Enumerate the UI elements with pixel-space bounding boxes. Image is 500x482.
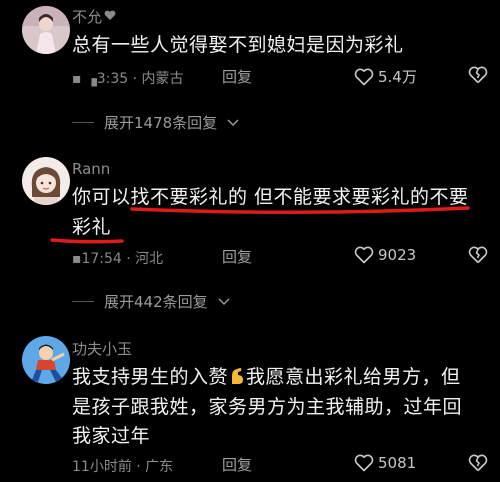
username[interactable]: 不允 [72, 6, 102, 27]
broken-heart-icon[interactable] [468, 454, 488, 472]
broken-heart-icon[interactable] [468, 66, 488, 84]
like-count: 5081 [378, 454, 417, 472]
expand-replies-button[interactable]: 展开442条回复 [72, 291, 230, 312]
like-count: 5.4万 [378, 68, 417, 86]
reply-button[interactable]: 回复 [222, 246, 252, 267]
like-button[interactable]: 9023 [354, 246, 416, 264]
expand-replies-label: 展开442条回复 [104, 293, 208, 311]
reply-button[interactable]: 回复 [222, 66, 252, 87]
username[interactable]: Rann [72, 160, 110, 178]
chevron-down-icon [227, 118, 239, 127]
comment-meta: ▪ ▗3:35 · 内蒙古 回复 5.4万 [72, 66, 492, 88]
comment-text-line-2: 彩礼 [72, 216, 112, 238]
expand-replies-label: 展开1478条回复 [104, 114, 218, 132]
timestamp-location: 11小时前 · 广东 [72, 459, 174, 475]
divider [72, 122, 94, 123]
expand-replies-button[interactable]: 展开1478条回复 [72, 112, 239, 133]
comment-text-line-2: 是孩子跟我姓，家务男方为主我辅助，过年回 [72, 396, 463, 418]
comment-meta: 11小时前 · 广东 回复 5081 [72, 454, 492, 476]
comment-text-line-1: 你可以找不要彩礼的 但不能要求要彩礼的不要 [72, 186, 469, 208]
comment-text: 总有一些人觉得娶不到媳妇是因为彩礼 [72, 34, 404, 56]
timestamp-location: ▪17:54 · 河北 [72, 251, 164, 267]
username[interactable]: 功夫小玉 [72, 338, 132, 359]
heart-badge-icon [104, 10, 116, 20]
heart-icon [354, 246, 374, 264]
like-button[interactable]: 5.4万 [354, 66, 417, 87]
heart-icon [354, 454, 374, 472]
like-count: 9023 [378, 246, 417, 264]
heart-icon [354, 68, 374, 86]
avatar[interactable] [22, 336, 70, 384]
comment-text-line-3: 我家过年 [72, 425, 151, 447]
comment-text-segment: 我愿意出彩礼给男方，但 [246, 366, 461, 388]
flexed-biceps-emoji-icon [228, 365, 246, 385]
avatar[interactable] [22, 157, 70, 205]
timestamp-location: ▪ ▗3:35 · 内蒙古 [72, 71, 184, 87]
comment-text-line-1: 我支持男生的入赘 我愿意出彩礼给男方，但 [72, 362, 482, 392]
avatar[interactable] [22, 6, 70, 54]
divider [72, 301, 94, 302]
chevron-down-icon [218, 297, 230, 306]
like-button[interactable]: 5081 [354, 454, 416, 472]
comment-text-segment: 我支持男生的入赘 [72, 366, 229, 388]
reply-button[interactable]: 回复 [222, 454, 252, 475]
broken-heart-icon[interactable] [468, 246, 488, 264]
comment-meta: ▪17:54 · 河北 回复 9023 [72, 246, 492, 268]
